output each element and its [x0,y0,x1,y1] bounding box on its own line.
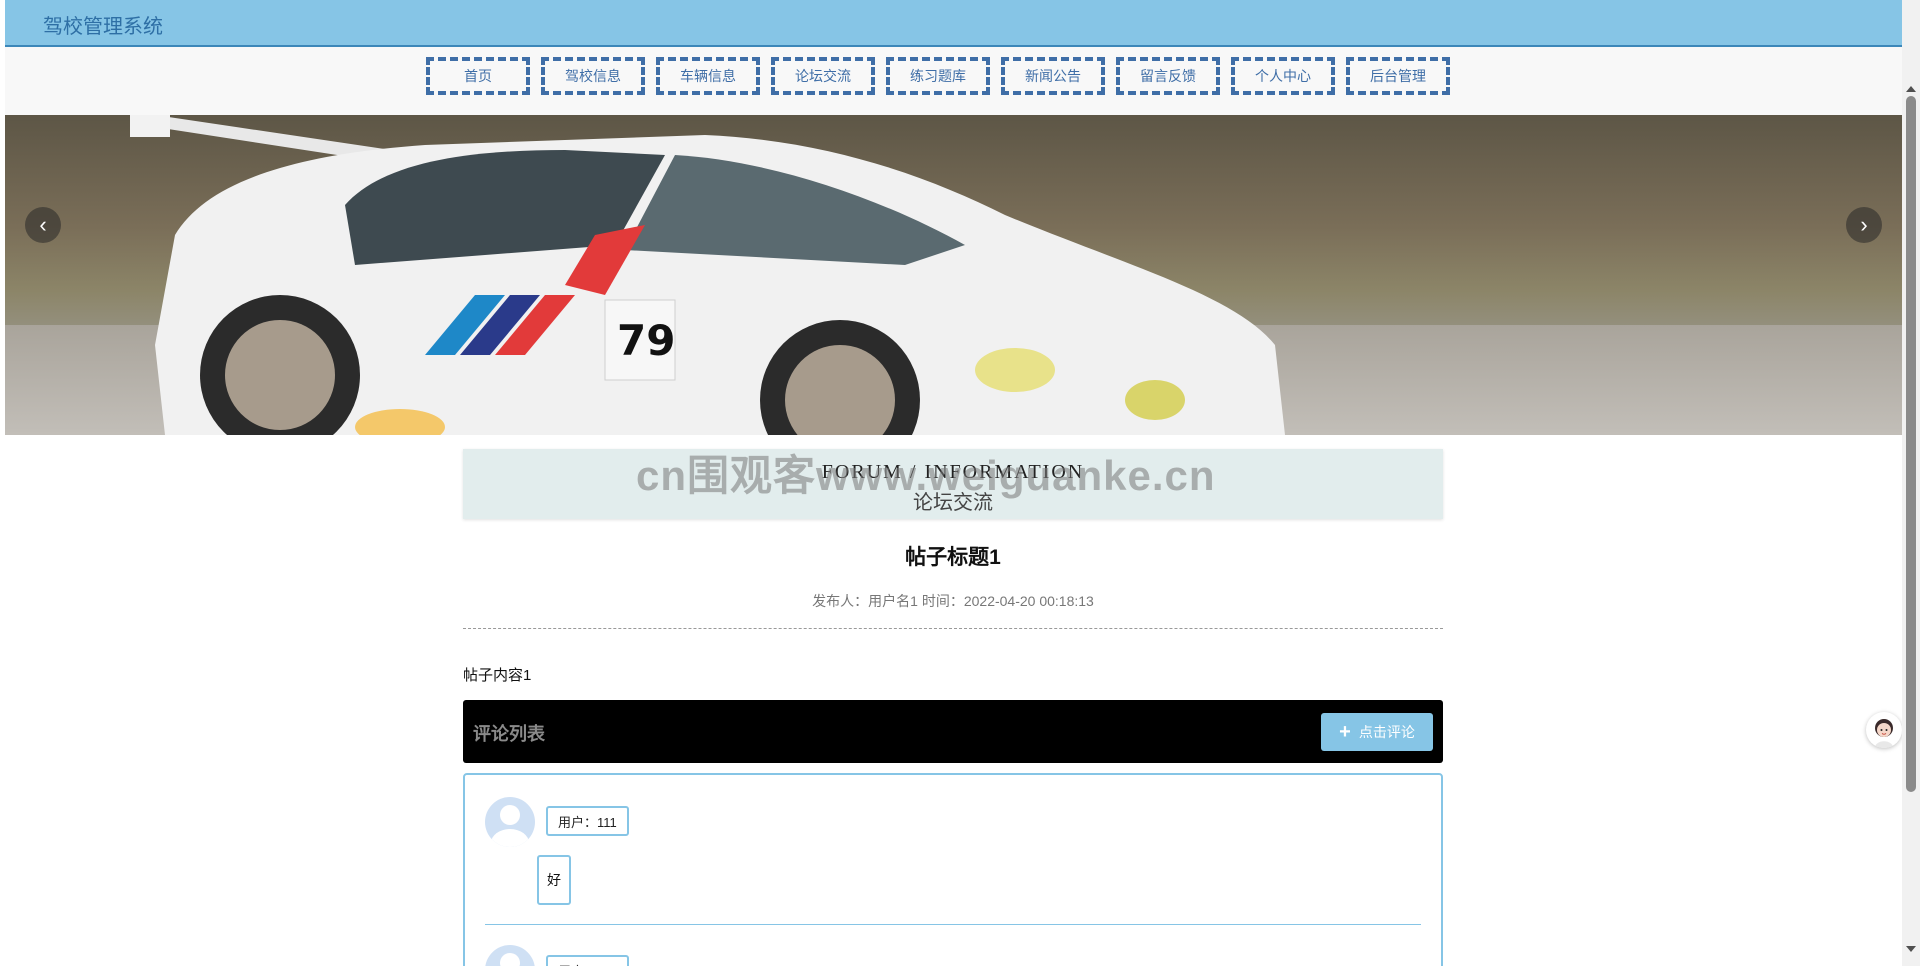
main-nav: 首页 驾校信息 车辆信息 论坛交流 练习题库 新闻公告 留言反馈 个人中心 后台… [426,57,1461,95]
add-comment-button[interactable]: + 点击评论 [1321,713,1433,751]
chevron-right-icon: › [1860,212,1868,237]
nav-bar: 首页 驾校信息 车辆信息 论坛交流 练习题库 新闻公告 留言反馈 个人中心 后台… [5,47,1902,115]
top-header: 驾校管理系统 [5,0,1902,47]
avatar [485,945,535,966]
nav-item-personal-center[interactable]: 个人中心 [1231,57,1335,95]
nav-item-school-info[interactable]: 驾校信息 [541,57,645,95]
scroll-thumb[interactable] [1906,96,1916,792]
nav-item-admin[interactable]: 后台管理 [1346,57,1450,95]
post-divider [463,628,1443,629]
nav-item-news[interactable]: 新闻公告 [1001,57,1105,95]
scroll-up-icon[interactable] [1906,86,1916,92]
carousel-next-button[interactable]: › [1846,207,1882,243]
site-title: 驾校管理系统 [43,16,163,38]
comment-list-header: 评论列表 + 点击评论 [463,700,1443,763]
section-title-box: FORUM / INFORMATION 论坛交流 [463,449,1443,519]
race-car-image: 79 [130,115,1285,435]
comment-text: 好 [537,855,571,905]
nav-item-feedback[interactable]: 留言反馈 [1116,57,1220,95]
avatar [485,797,535,847]
nav-item-vehicle-info[interactable]: 车辆信息 [656,57,760,95]
section-title-en: FORUM / INFORMATION [821,461,1085,483]
comment-list-title: 评论列表 [473,724,545,744]
post-meta: 发布人：用户名1 时间：2022-04-20 00:18:13 [812,593,1094,609]
add-comment-label: 点击评论 [1358,724,1415,740]
page: 驾校管理系统 首页 驾校信息 车辆信息 论坛交流 练习题库 新闻公告 留言反馈 … [0,0,1920,966]
comment-user: 用户：111 [546,955,629,966]
customer-service-avatar-icon[interactable] [1866,712,1902,748]
comment-list: 用户：111 好 用户：111 [463,773,1443,966]
girl-avatar-icon [1875,719,1893,748]
svg-text:79: 79 [617,316,675,365]
plus-icon: + [1339,720,1351,743]
carousel-prev-button[interactable]: ‹ [25,207,61,243]
chevron-left-icon: ‹ [39,212,47,237]
nav-item-question-bank[interactable]: 练习题库 [886,57,990,95]
comment-user: 用户：111 [546,806,629,836]
page-scrollbar[interactable] [1902,0,1920,966]
post-title: 帖子标题1 [905,546,1001,569]
post-content: 帖子内容1 [463,667,532,684]
scroll-down-icon[interactable] [1906,946,1916,952]
banner-carousel: 79 ‹ › [5,115,1902,435]
comment-divider [485,924,1421,925]
nav-item-home[interactable]: 首页 [426,57,530,95]
section-title-cn: 论坛交流 [913,492,993,514]
nav-item-forum[interactable]: 论坛交流 [771,57,875,95]
